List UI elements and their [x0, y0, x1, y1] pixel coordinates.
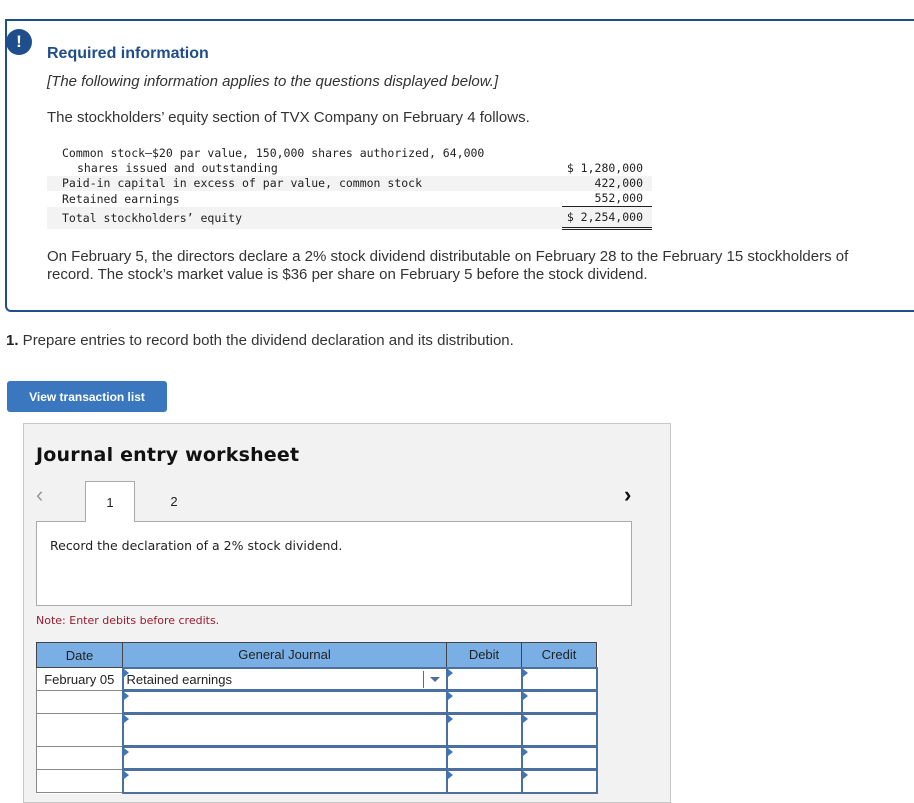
cell-marker-icon — [522, 668, 528, 677]
account-select[interactable]: Retained earnings — [121, 666, 448, 692]
entry-prompt: Record the declaration of a 2% stock div… — [36, 521, 632, 606]
debit-input[interactable] — [445, 666, 523, 692]
journal-header-row: Date General Journal Debit Credit — [36, 642, 597, 668]
date-cell — [36, 713, 123, 747]
cell-marker-icon — [522, 748, 528, 756]
cell-marker-icon — [522, 771, 528, 779]
debit-input[interactable] — [445, 768, 523, 794]
credit-input[interactable] — [520, 689, 598, 715]
header-general-journal: General Journal — [122, 642, 447, 668]
equity-row: shares issued and outstanding $ 1,280,00… — [47, 161, 652, 176]
account-input[interactable] — [121, 689, 448, 715]
cell-marker-icon — [447, 748, 453, 756]
debit-input[interactable] — [445, 745, 523, 771]
date-cell — [36, 690, 123, 714]
credit-input[interactable] — [520, 745, 598, 771]
cell-marker-icon — [123, 748, 129, 756]
journal-row: February 05 Retained earnings — [36, 666, 598, 692]
question-prompt: 1. Prepare entries to record both the di… — [6, 332, 514, 349]
question-text: Prepare entries to record both the divid… — [18, 332, 514, 349]
equity-amount: 552,000 — [562, 191, 652, 207]
debit-input[interactable] — [445, 712, 523, 748]
journal-entry-worksheet: Journal entry worksheet ‹ 1 2 › Record t… — [23, 423, 671, 803]
date-cell — [36, 746, 123, 770]
credit-input[interactable] — [520, 666, 598, 692]
chevron-left-icon[interactable]: ‹ — [36, 482, 43, 508]
credit-input[interactable] — [520, 712, 598, 748]
view-transaction-list-button[interactable]: View transaction list — [7, 381, 167, 412]
equity-amount — [562, 146, 652, 161]
cell-marker-icon — [123, 692, 129, 700]
account-input[interactable] — [121, 768, 448, 794]
cell-marker-icon — [447, 668, 453, 677]
equity-amount: $ 2,254,000 — [562, 206, 652, 230]
account-value: Retained earnings — [126, 671, 233, 687]
equity-row: Common stock–$20 par value, 150,000 shar… — [47, 146, 652, 161]
journal-row — [36, 712, 598, 748]
cell-marker-icon — [123, 771, 129, 779]
equity-total-row: Total stockholders’ equity $ 2,254,000 — [47, 206, 652, 230]
header-debit: Debit — [446, 642, 522, 668]
equity-row: Retained earnings 552,000 — [47, 191, 652, 207]
equity-label: Common stock–$20 par value, 150,000 shar… — [62, 146, 485, 160]
worksheet-tab-1[interactable]: 1 — [85, 481, 135, 522]
equity-label: Retained earnings — [62, 191, 180, 206]
cell-marker-icon — [447, 715, 453, 723]
cell-marker-icon — [447, 771, 453, 779]
account-input[interactable] — [121, 712, 448, 748]
equity-label: shares issued and outstanding — [77, 161, 278, 175]
equity-label: Paid-in capital in excess of par value, … — [47, 176, 562, 191]
cell-marker-icon — [123, 715, 129, 723]
cell-marker-icon — [447, 692, 453, 700]
chevron-right-icon[interactable]: › — [624, 482, 631, 508]
equity-row: Paid-in capital in excess of par value, … — [47, 176, 652, 191]
cell-marker-icon — [522, 692, 528, 700]
equity-intro: The stockholders’ equity section of TVX … — [47, 109, 530, 126]
dropdown-separator — [422, 670, 424, 688]
journal-row — [36, 689, 598, 715]
account-input[interactable] — [121, 745, 448, 771]
date-cell: February 05 — [36, 667, 123, 691]
worksheet-title: Journal entry worksheet — [36, 444, 300, 466]
stockholders-equity-table: Common stock–$20 par value, 150,000 shar… — [47, 146, 652, 230]
debit-input[interactable] — [445, 689, 523, 715]
header-date: Date — [36, 642, 123, 668]
dropdown-arrow-icon[interactable] — [429, 676, 440, 682]
entry-note: Note: Enter debits before credits. — [36, 614, 220, 627]
equity-amount: $ 1,280,000 — [566, 161, 643, 175]
entry-prompt-text: Record the declaration of a 2% stock div… — [50, 538, 343, 553]
question-number: 1. — [6, 332, 19, 349]
header-credit: Credit — [521, 642, 597, 668]
alert-icon: ! — [6, 29, 32, 55]
cell-marker-icon — [522, 715, 528, 723]
equity-amount: 422,000 — [562, 176, 652, 191]
credit-input[interactable] — [520, 768, 598, 794]
journal-row — [36, 768, 598, 794]
general-journal-table: Date General Journal Debit Credit Februa… — [36, 642, 598, 794]
journal-row — [36, 745, 598, 771]
required-info-subtitle: [The following information applies to th… — [47, 73, 499, 90]
equity-label: Total stockholders’ equity — [47, 206, 562, 229]
scenario-text: On February 5, the directors declare a 2… — [47, 248, 849, 283]
worksheet-tab-2[interactable]: 2 — [154, 481, 194, 521]
required-info-title: Required information — [47, 45, 209, 62]
date-cell — [36, 769, 123, 793]
